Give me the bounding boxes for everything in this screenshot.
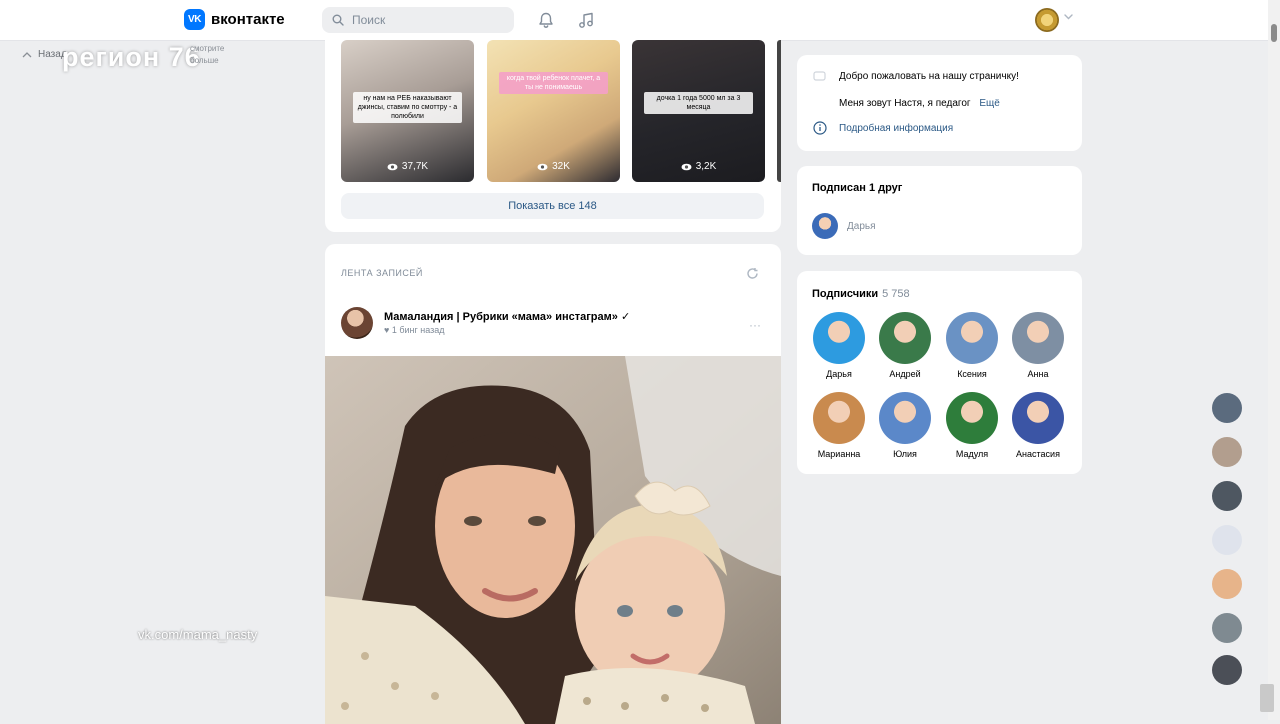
clip-caption: когда твой ребенок плачет, а ты не поним… [499,72,608,94]
top-header: VK вконтакте [0,0,1280,41]
subscriber-avatar [946,312,998,364]
info-icon [813,121,827,135]
subscriber-item[interactable]: Анна [1005,312,1071,379]
back-link[interactable]: Назад [22,49,67,60]
post-more-icon[interactable]: ··· [749,318,761,332]
profile-about-more-link[interactable]: Ещё [979,98,999,109]
chevron-left-icon [22,51,32,57]
chat-icon [813,71,826,81]
clip-views-count: 32K [552,161,570,172]
eye-icon [681,163,692,170]
clip-views-count: 37,7K [401,161,429,172]
clip-item-partial[interactable] [777,40,781,182]
watermark-sub-line2: больше [190,56,219,65]
subscriber-avatar [879,392,931,444]
vk-logo[interactable]: VK вконтакте [184,9,285,30]
scrollbar-thumb[interactable] [1271,24,1277,42]
side-avatar[interactable] [1212,569,1242,599]
feed-tab-label[interactable]: ЛЕНТА ЗАПИСЕЙ [341,268,423,278]
subscriber-avatar [1012,312,1064,364]
clip-caption: ну нам на РЕБ наказывают джинсы, ставим … [353,92,462,123]
subscriber-item[interactable]: Ксения [939,312,1005,379]
clip-caption: дочка 1 года 5000 мл за 3 месяца [644,92,753,114]
subscriber-avatar [1012,392,1064,444]
clip-views: 3,2K [632,161,765,172]
subscribers-title-text: Подписчики [812,288,879,300]
subscriber-avatar [813,392,865,444]
show-all-clips-button[interactable]: Показать все 148 [341,193,764,219]
side-avatar[interactable] [1212,437,1242,467]
subscriber-item[interactable]: Андрей [872,312,938,379]
eye-icon [537,163,548,170]
subscriber-name: Марианна [817,449,861,459]
scrollbar[interactable] [1268,0,1280,720]
subscriber-avatar [813,312,865,364]
post-photo[interactable] [325,356,781,724]
post-card: ЛЕНТА ЗАПИСЕЙ Мамаландия | Рубрики «мама… [325,244,781,724]
profile-about-text: Меня зовут Настя, я педагог [839,98,971,109]
subscriber-name: Мадуля [955,449,989,459]
search-icon [332,14,344,26]
side-avatar[interactable] [1212,525,1242,555]
source-url-watermark: vk.com/mama_nasty [138,627,258,642]
friends-card: Подписан 1 друг Дарья [797,166,1082,255]
side-avatar[interactable] [1212,655,1242,685]
bell-icon[interactable] [536,10,556,30]
profile-info-card: Добро пожаловать на нашу страничку! Меня… [797,55,1082,151]
chevron-down-icon[interactable] [1064,14,1073,20]
side-avatar[interactable] [1212,393,1242,423]
clip-views: 37,7K [341,161,474,172]
user-avatar[interactable] [1035,8,1059,32]
friends-title[interactable]: Подписан 1 друг [812,182,902,194]
side-avatar[interactable] [1212,613,1242,643]
vk-logo-icon: VK [184,9,205,30]
subscribers-title[interactable]: Подписчики 5 758 [812,288,910,300]
post-author-name[interactable]: Мамаландия | Рубрики «мама» инстаграм» ✓ [384,310,630,323]
region-watermark-subtitle: смотрите больше [190,43,224,67]
subscribers-count: 5 758 [882,288,910,300]
profile-about-line: Меня зовут Настя, я педагог Ещё [839,98,1000,109]
friend-avatar[interactable] [812,213,838,239]
friend-name[interactable]: Дарья [847,221,876,232]
search-box[interactable] [322,7,514,33]
profile-status-line: Добро пожаловать на нашу страничку! [839,71,1019,82]
subscriber-item[interactable]: Анастасия [1005,392,1071,459]
music-icon[interactable] [576,10,596,30]
subscriber-item[interactable]: Юлия [872,392,938,459]
watermark-sub-line1: смотрите [190,44,225,53]
subscribers-card: Подписчики 5 758 Дарья Андрей Ксения Анна… [797,271,1082,474]
subscriber-name: Андрей [889,369,921,379]
search-input[interactable] [350,12,504,28]
subscriber-name: Анна [1027,369,1049,379]
clip-views: 32K [487,161,620,172]
clip-item[interactable]: дочка 1 года 5000 мл за 3 месяца 3,2K [632,40,765,182]
subscriber-avatar [879,312,931,364]
clip-views-count: 3,2K [695,161,717,172]
post-time: ♥ 1 бинг назад [384,325,445,335]
post-author-avatar[interactable] [341,307,373,339]
eye-icon [387,163,398,170]
profile-details-link[interactable]: Подробная информация [839,123,953,134]
region-watermark-logo: регион 76 [62,42,201,72]
scrollbar-bottom-thumb[interactable] [1260,684,1274,712]
clip-item[interactable]: ну нам на РЕБ наказывают джинсы, ставим … [341,40,474,182]
side-avatar[interactable] [1212,481,1242,511]
clip-item[interactable]: когда твой ребенок плачет, а ты не поним… [487,40,620,182]
subscriber-name: Анастасия [1016,449,1060,459]
vk-logo-text: вконтакте [211,11,285,28]
post-photo-illustration [325,356,781,724]
subscriber-item[interactable]: Мадуля [939,392,1005,459]
subscriber-item[interactable]: Марианна [806,392,872,459]
subscriber-avatar [946,392,998,444]
subscriber-item[interactable]: Дарья [806,312,872,379]
refresh-icon[interactable] [746,267,759,280]
subscriber-name: Дарья [826,369,852,379]
subscriber-name: Ксения [957,369,987,379]
clips-card: ну нам на РЕБ наказывают джинсы, ставим … [325,36,781,232]
subscriber-name: Юлия [893,449,917,459]
